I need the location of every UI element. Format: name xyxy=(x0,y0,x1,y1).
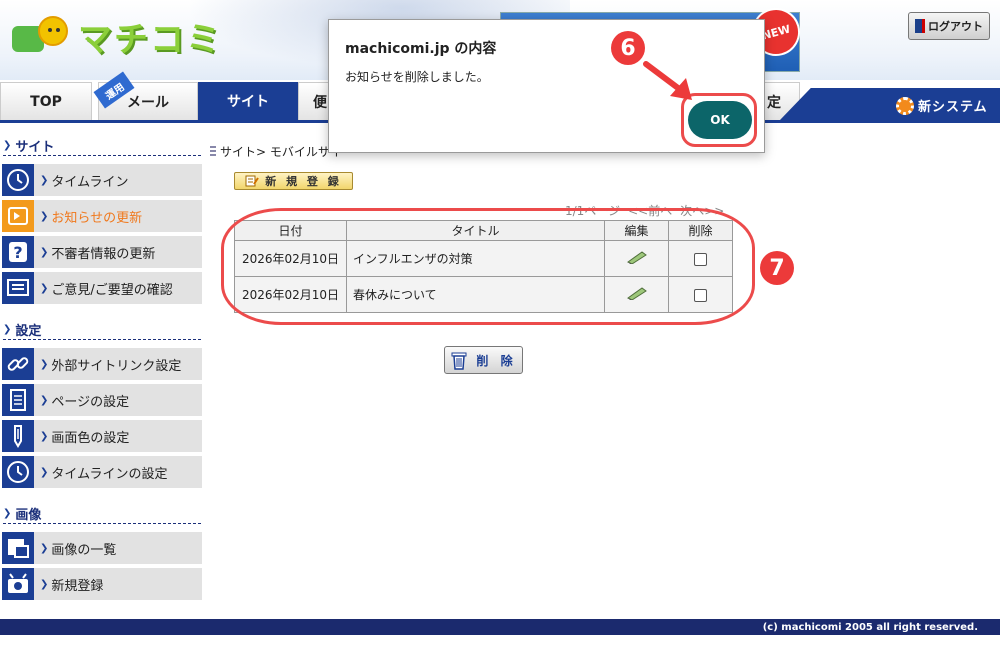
sidebar: ❯ サイト ❯ タイムライン ❯ お知らせの更新 ? ❯ 不審者情報の更新 ❯ ご意見/ご… xyxy=(0,130,203,620)
clock-icon xyxy=(2,164,34,196)
gear-icon xyxy=(896,96,914,115)
breadcrumb: サイト> モバイルサイ xyxy=(210,143,342,160)
logo-text: マチコミ xyxy=(78,20,222,60)
sidebar-item-feedback[interactable]: ❯ ご意見/ご要望の確認 xyxy=(2,272,202,304)
sidebar-item-label: お知らせの更新 xyxy=(51,210,143,226)
new-register-button[interactable]: 新 規 登 録 xyxy=(234,172,353,190)
sidebar-item-notice-update[interactable]: ❯ お知らせの更新 xyxy=(2,200,202,232)
logo-mark-icon xyxy=(12,15,72,58)
tab-label: 便 xyxy=(313,94,327,111)
pencil-icon xyxy=(2,420,34,452)
tab-top[interactable]: TOP xyxy=(0,82,92,120)
chevron-right-icon: ❯ xyxy=(3,508,12,519)
sidebar-item-label: ページの設定 xyxy=(51,394,130,410)
site-logo[interactable]: マチコミ xyxy=(12,12,222,61)
tab-site[interactable]: サイト xyxy=(198,82,298,120)
dialog-title: machicomi.jp の内容 xyxy=(345,41,497,57)
new-system-label: 新システム xyxy=(918,100,988,115)
sidebar-section-images: ❯ 画像 xyxy=(3,504,201,524)
sidebar-item-new-image[interactable]: ❯ 新規登録 xyxy=(2,568,202,600)
sidebar-item-page-settings[interactable]: ❯ ページの設定 xyxy=(2,384,202,416)
sidebar-section-site: ❯ サイト xyxy=(3,136,201,156)
dialog-message: お知らせを削除しました。 xyxy=(345,70,489,84)
section-title: 設定 xyxy=(15,324,42,339)
sidebar-item-label: 画像の一覧 xyxy=(51,542,117,558)
tab-convenience[interactable]: 便 xyxy=(298,82,330,120)
section-title: サイト xyxy=(15,140,55,155)
clock-icon xyxy=(2,456,34,488)
tab-label: サイト xyxy=(227,94,269,110)
delete-button[interactable]: 削 除 xyxy=(444,346,523,374)
sidebar-item-label: 新規登録 xyxy=(51,578,104,594)
chevron-right-icon: ❯ xyxy=(3,140,12,151)
sidebar-item-timeline-settings[interactable]: ❯ タイムラインの設定 xyxy=(2,456,202,488)
breadcrumb-text: サイト> モバイルサイ xyxy=(220,145,342,159)
annotation-step-7: 7 xyxy=(760,251,794,285)
new-register-label: 新 規 登 録 xyxy=(265,175,342,188)
sidebar-item-label: タイムライン xyxy=(51,174,129,190)
comment-icon xyxy=(2,272,34,304)
tab-label: メール xyxy=(127,94,169,111)
sidebar-item-label: ご意見/ご要望の確認 xyxy=(51,282,173,298)
delete-label: 削 除 xyxy=(476,353,517,368)
trash-icon xyxy=(451,352,467,370)
sidebar-item-label: タイムラインの設定 xyxy=(51,466,168,482)
sidebar-section-settings: ❯ 設定 xyxy=(3,320,201,340)
new-system-link[interactable]: 新システム xyxy=(896,96,988,115)
tab-label: 定 xyxy=(767,94,781,111)
logout-button[interactable]: ログアウト xyxy=(908,12,990,40)
sidebar-item-timeline[interactable]: ❯ タイムライン xyxy=(2,164,202,196)
svg-text:?: ? xyxy=(13,243,22,262)
sidebar-item-suspicious-update[interactable]: ? ❯ 不審者情報の更新 xyxy=(2,236,202,268)
edit-note-icon xyxy=(245,175,260,187)
section-title: 画像 xyxy=(15,508,42,523)
page-icon xyxy=(2,384,34,416)
tab-label: TOP xyxy=(30,93,62,110)
logout-icon xyxy=(915,19,925,33)
image-list-icon xyxy=(2,532,34,564)
question-icon: ? xyxy=(2,236,34,268)
annotation-table-highlight xyxy=(221,208,755,325)
sidebar-item-label: 外部サイトリンク設定 xyxy=(51,358,182,374)
notice-icon xyxy=(2,200,34,232)
footer: (c) machicomi 2005 all right reserved. xyxy=(0,619,1000,635)
camera-icon xyxy=(2,568,34,600)
sidebar-item-screen-color[interactable]: ❯ 画面色の設定 xyxy=(2,420,202,452)
chevron-right-icon: ❯ xyxy=(3,324,12,335)
sidebar-item-label: 不審者情報の更新 xyxy=(51,246,156,262)
sidebar-item-image-list[interactable]: ❯ 画像の一覧 xyxy=(2,532,202,564)
copyright-text: (c) machicomi 2005 all right reserved. xyxy=(762,621,978,633)
sidebar-item-label: 画面色の設定 xyxy=(51,430,130,446)
annotation-arrow-icon xyxy=(643,61,692,100)
logout-label: ログアウト xyxy=(928,20,983,33)
link-icon xyxy=(2,348,34,380)
sidebar-item-external-link[interactable]: ❯ 外部サイトリンク設定 xyxy=(2,348,202,380)
breadcrumb-marker-icon xyxy=(210,145,216,158)
